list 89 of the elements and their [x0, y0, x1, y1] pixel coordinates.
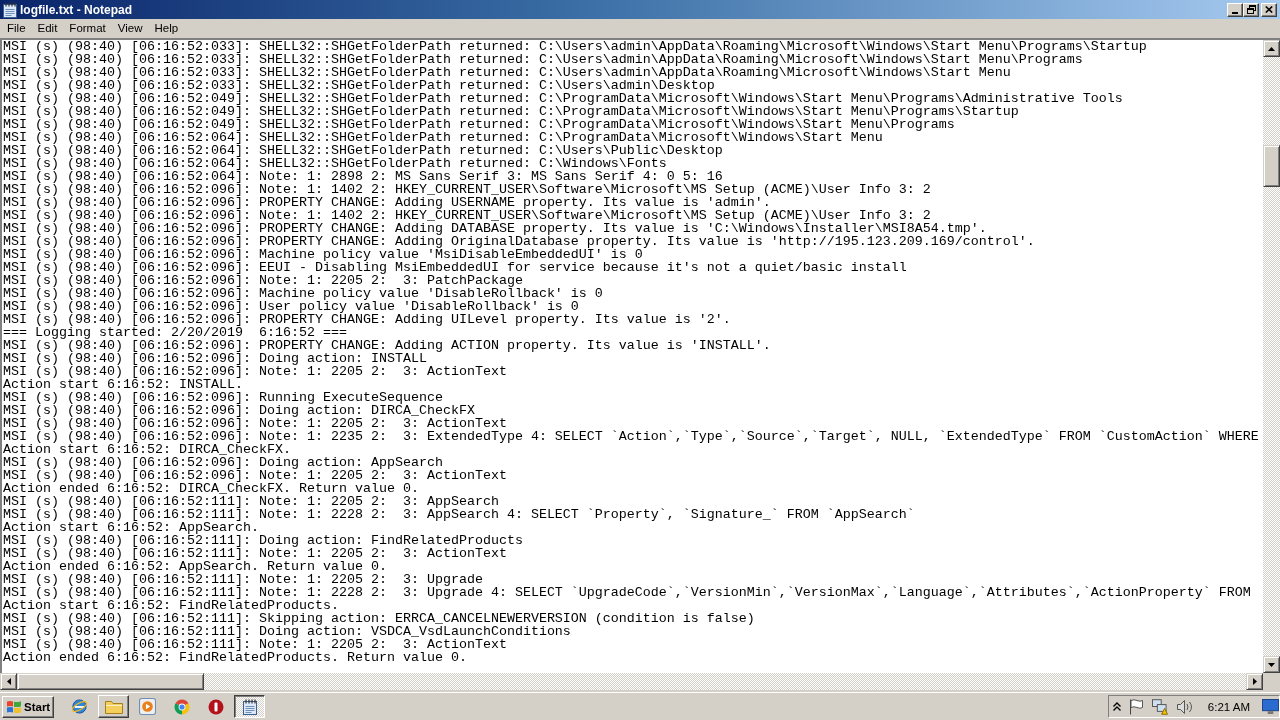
log-line: MSI (s) (98:40) [06:16:52:033]: SHELL32::SHGetFolderPath returned: C:\Users\admin\AppData\Roaming\Microsoft\Windows\Start Menu\Programs\Startup: [3, 40, 1147, 53]
log-line: MSI (s) (98:40) [06:16:52:096]: PROPERTY CHANGE: Adding DATABASE property. Its value is 'C:\Windows\Installer\MSI8A54.tmp'.: [3, 222, 987, 235]
log-line: MSI (s) (98:40) [06:16:52:064]: SHELL32::SHGetFolderPath returned: C:\Windows\Fonts: [3, 157, 667, 170]
scroll-right-button[interactable]: [1246, 673, 1263, 690]
minimize-icon: [1232, 11, 1238, 14]
log-line: MSI (s) (98:40) [06:16:52:096]: User policy value 'DisableRollback' is 0: [3, 300, 579, 313]
triangle-right-icon: [1252, 678, 1257, 685]
log-line: MSI (s) (98:40) [06:16:52:096]: Doing action: AppSearch: [3, 456, 443, 469]
log-line: MSI (s) (98:40) [06:16:52:096]: Note: 1: 2205 2: 3: ActionText: [3, 469, 507, 482]
folder-icon: [104, 699, 123, 714]
log-line: MSI (s) (98:40) [06:16:52:096]: PROPERTY CHANGE: Adding USERNAME property. Its value is 'admin'.: [3, 196, 771, 209]
log-line: MSI (s) (98:40) [06:16:52:033]: SHELL32::SHGetFolderPath returned: C:\Users\admin\AppData\Roaming\Microsoft\Windows\Start Menu: [3, 66, 1011, 79]
menu-item[interactable]: File: [1, 21, 32, 36]
notepad-icon: [242, 698, 257, 715]
scroll-up-button[interactable]: [1263, 40, 1280, 57]
log-line: MSI (s) (98:40) [06:16:52:111]: Doing action: VSDCA_VsdLaunchConditions: [3, 625, 571, 638]
log-line: Action start 6:16:52: AppSearch.: [3, 521, 259, 534]
log-line: MSI (s) (98:40) [06:16:52:064]: SHELL32::SHGetFolderPath returned: C:\ProgramData\Microsoft\Windows\Start Menu: [3, 131, 883, 144]
log-line: MSI (s) (98:40) [06:16:52:111]: Note: 1: 2205 2: 3: ActionText: [3, 547, 507, 560]
log-line: MSI (s) (98:40) [06:16:52:096]: PROPERTY CHANGE: Adding UILevel property. Its value is '2'.: [3, 313, 731, 326]
play-icon: [139, 698, 156, 715]
log-line: MSI (s) (98:40) [06:16:52:064]: SHELL32::SHGetFolderPath returned: C:\Users\Public\Desktop: [3, 144, 723, 157]
menu-item[interactable]: Help: [148, 21, 185, 36]
triangle-down-icon: [1268, 662, 1275, 667]
menu-item[interactable]: View: [111, 21, 149, 36]
text-editor-field[interactable]: [0, 40, 1263, 673]
circle-bar-icon: [207, 698, 224, 715]
log-line: MSI (s) (98:40) [06:16:52:111]: Note: 1: 2228 2: 3: Upgrade 4: SELECT `UpgradeCode`,`VersionMin`,`VersionMax`,`Language`,`Attributes`,`ActionProperty` FROM: [3, 586, 1251, 599]
restore-button[interactable]: [1243, 2, 1259, 17]
globe-icon: [71, 698, 88, 715]
log-line: MSI (s) (98:40) [06:16:52:049]: SHELL32::SHGetFolderPath returned: C:\ProgramData\Microsoft\Windows\Start Menu\Programs: [3, 118, 955, 131]
close-button[interactable]: [1261, 2, 1277, 17]
menu-item[interactable]: Format: [63, 21, 112, 36]
start-logo-icon: [6, 699, 22, 714]
log-line: MSI (s) (98:40) [06:16:52:096]: Doing action: DIRCA_CheckFX: [3, 404, 475, 417]
log-line: MSI (s) (98:40) [06:16:52:111]: Note: 1: 2205 2: 3: AppSearch: [3, 495, 499, 508]
log-line: MSI (s) (98:40) [06:16:52:111]: Note: 1: 2228 2: 3: AppSearch 4: SELECT `Property`, `Signature_` FROM `AppSearch`: [3, 508, 915, 521]
speaker-icon[interactable]: [1176, 699, 1193, 714]
log-line: MSI (s) (98:40) [06:16:52:096]: Note: 1: 2205 2: 3: ActionText: [3, 417, 507, 430]
close-icon: [1265, 6, 1273, 13]
log-line: MSI (s) (98:40) [06:16:52:096]: Note: 1: 2205 2: 3: ActionText: [3, 365, 507, 378]
log-line: Action start 6:16:52: FindRelatedProducts.: [3, 599, 339, 612]
flag-icon[interactable]: [1128, 698, 1143, 715]
log-line: MSI (s) (98:40) [06:16:52:096]: Note: 1: 1402 2: HKEY_CURRENT_USER\Software\Microsoft\MS Setup (ACME)\User Info 3: 2: [3, 183, 931, 196]
menu-item[interactable]: Edit: [31, 21, 64, 36]
log-line: MSI (s) (98:40) [06:16:52:096]: Note: 1: 1402 2: HKEY_CURRENT_USER\Software\Microsoft\MS Setup (ACME)\User Info 3: 2: [3, 209, 931, 222]
notepad-icon: [3, 1, 17, 18]
minimize-button[interactable]: [1227, 2, 1243, 17]
log-line: MSI (s) (98:40) [06:16:52:096]: Machine policy value 'MsiDisableEmbeddedUI' is 0: [3, 248, 643, 261]
taskbar-button[interactable]: [234, 695, 265, 718]
log-line: MSI (s) (98:40) [06:16:52:096]: EEUI - Disabling MsiEmbeddedUI for service because it's not a quiet/basic install: [3, 261, 907, 274]
triangle-up-icon: [1268, 46, 1275, 51]
scrollbar-thumb[interactable]: [1263, 145, 1280, 187]
log-line: Action start 6:16:52: INSTALL.: [3, 378, 243, 391]
log-line: MSI (s) (98:40) [06:16:52:049]: SHELL32::SHGetFolderPath returned: C:\ProgramData\Microsoft\Windows\Start Menu\Programs\Startup: [3, 105, 1019, 118]
log-line: MSI (s) (98:40) [06:16:52:096]: Note: 1: 2235 2: 3: ExtendedType 4: SELECT `Action`,`Type`,`Source`,`Target`, NULL, `ExtendedType` FROM `CustomAction` WHERE: [3, 430, 1259, 443]
log-line: MSI (s) (98:40) [06:16:52:111]: Doing action: FindRelatedProducts: [3, 534, 523, 547]
triangle-left-icon: [6, 678, 11, 685]
scroll-left-button[interactable]: [0, 673, 17, 690]
log-line: Action ended 6:16:52: FindRelatedProducts. Return value 0.: [3, 651, 467, 664]
scrollbar-thumb[interactable]: [17, 673, 204, 690]
segmented-circle-icon: [173, 698, 190, 715]
log-line: MSI (s) (98:40) [06:16:52:111]: Note: 1: 2205 2: 3: Upgrade: [3, 573, 483, 586]
log-line: MSI (s) (98:40) [06:16:52:096]: Running ExecuteSequence: [3, 391, 443, 404]
log-line: MSI (s) (98:40) [06:16:52:096]: Note: 1: 2205 2: 3: PatchPackage: [3, 274, 523, 287]
log-line: MSI (s) (98:40) [06:16:52:096]: Machine policy value 'DisableRollback' is 0: [3, 287, 603, 300]
network-icon[interactable]: [1151, 698, 1168, 715]
taskbar-button[interactable]: [207, 698, 224, 715]
log-line: MSI (s) (98:40) [06:16:52:064]: Note: 1: 2898 2: MS Sans Serif 3: MS Sans Serif 4: 0 5: 16: [3, 170, 723, 183]
window-title: logfile.txt - Notepad: [20, 2, 132, 17]
log-line: MSI (s) (98:40) [06:16:52:096]: Doing action: INSTALL: [3, 352, 427, 365]
log-line: MSI (s) (98:40) [06:16:52:111]: Note: 1: 2205 2: 3: ActionText: [3, 638, 507, 651]
scroll-down-button[interactable]: [1263, 656, 1280, 673]
monitor-icon[interactable]: [1262, 699, 1279, 714]
clock[interactable]: 6:21 AM: [1207, 700, 1250, 713]
log-line: MSI (s) (98:40) [06:16:52:096]: PROPERTY CHANGE: Adding OriginalDatabase property. Its value is 'http://195.123.209.169/control'.: [3, 235, 1035, 248]
log-line: MSI (s) (98:40) [06:16:52:033]: SHELL32::SHGetFolderPath returned: C:\Users\admin\AppData\Roaming\Microsoft\Windows\Start Menu\Programs: [3, 53, 1083, 66]
log-line: MSI (s) (98:40) [06:16:52:111]: Skipping action: ERRCA_CANCELNEWERVERSION (condition is false): [3, 612, 755, 625]
start-button[interactable]: Start: [2, 695, 54, 718]
log-line: MSI (s) (98:40) [06:16:52:049]: SHELL32::SHGetFolderPath returned: C:\ProgramData\Microsoft\Windows\Start Menu\Programs\Administrative Tools: [3, 92, 1123, 105]
log-line: Action ended 6:16:52: DIRCA_CheckFX. Return value 0.: [3, 482, 419, 495]
log-line: Action start 6:16:52: DIRCA_CheckFX.: [3, 443, 291, 456]
restore-icon: [1246, 5, 1256, 14]
log-line: MSI (s) (98:40) [06:16:52:033]: SHELL32::SHGetFolderPath returned: C:\Users\admin\Desktop: [3, 79, 715, 92]
log-line: Action ended 6:16:52: AppSearch. Return value 0.: [3, 560, 387, 573]
taskbar-button[interactable]: [71, 698, 88, 715]
log-line: MSI (s) (98:40) [06:16:52:096]: PROPERTY CHANGE: Adding ACTION property. Its value is 'INSTALL'.: [3, 339, 771, 352]
chevron-up-icon[interactable]: [1112, 702, 1121, 711]
log-line: === Logging started: 2/20/2019 6:16:52 ===: [3, 326, 347, 339]
